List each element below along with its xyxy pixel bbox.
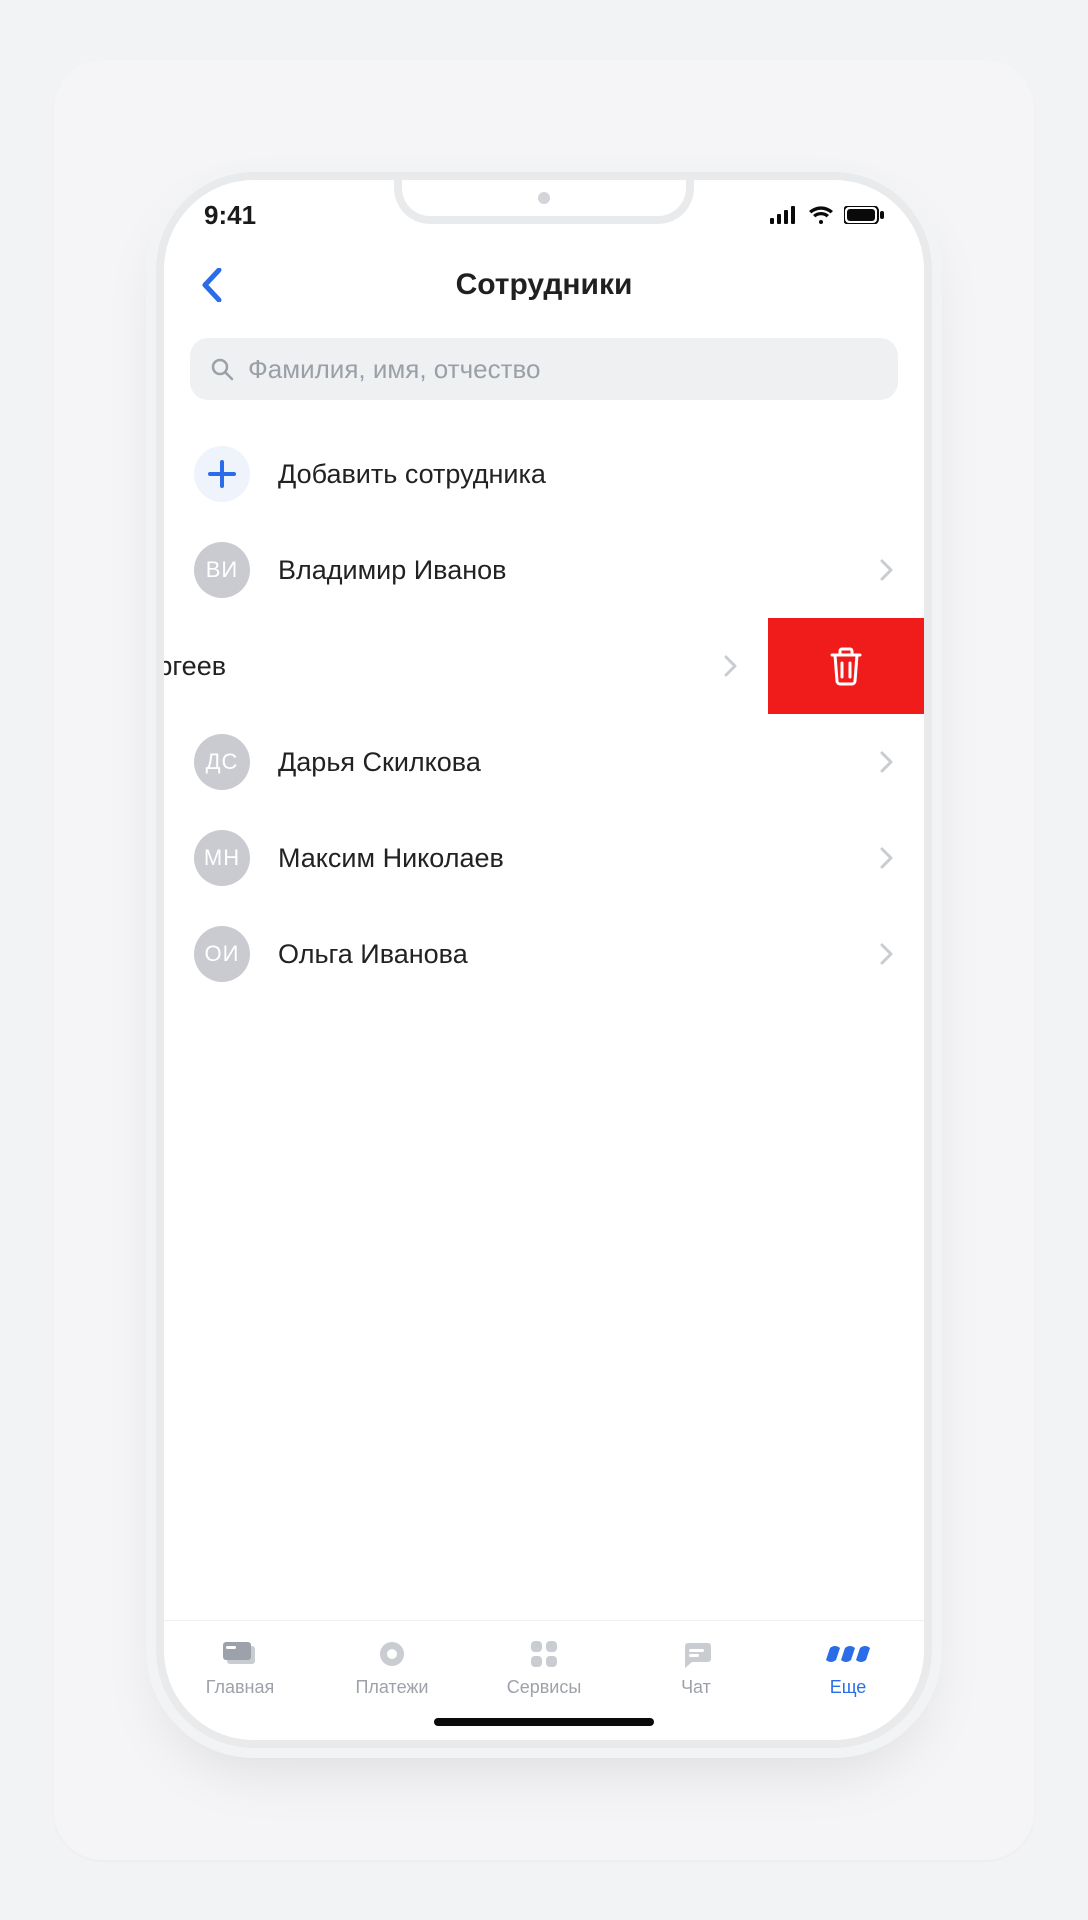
chat-icon <box>680 1637 712 1671</box>
employee-row[interactable]: ДС Дарья Скилкова <box>164 714 924 810</box>
list-item: СС ергей Сергеев <box>164 618 924 714</box>
avatar: МН <box>194 830 250 886</box>
tab-label: Еще <box>830 1677 867 1698</box>
search-icon <box>210 357 234 381</box>
plus-icon <box>194 446 250 502</box>
employee-row[interactable]: ОИ Ольга Иванова <box>164 906 924 1002</box>
employee-row[interactable]: МН Максим Николаев <box>164 810 924 906</box>
tab-label: Главная <box>206 1677 275 1698</box>
grid-icon <box>529 1637 559 1671</box>
page-title: Сотрудники <box>456 268 633 302</box>
tab-home[interactable]: Главная <box>164 1621 316 1714</box>
list-item: ДС Дарья Скилкова <box>164 714 924 810</box>
employee-name: Дарья Скилкова <box>278 747 852 778</box>
chevron-right-icon <box>880 751 894 773</box>
phone-notch <box>394 180 694 224</box>
tab-services[interactable]: Сервисы <box>468 1621 620 1714</box>
tab-label: Чат <box>681 1677 711 1698</box>
phone-frame: 9:41 Сотрудники <box>164 180 924 1740</box>
employee-row[interactable]: ВИ Владимир Иванов <box>164 522 924 618</box>
page-background: 9:41 Сотрудники <box>54 60 1034 1860</box>
chevron-right-icon <box>880 847 894 869</box>
tab-more[interactable]: Еще <box>772 1621 924 1714</box>
home-indicator[interactable] <box>434 1718 654 1726</box>
employee-name: Владимир Иванов <box>278 555 852 586</box>
battery-icon <box>844 206 884 224</box>
add-employee-button[interactable]: Добавить сотрудника <box>164 426 924 522</box>
list-item: МН Максим Николаев <box>164 810 924 906</box>
tab-label: Сервисы <box>507 1677 582 1698</box>
avatar: ВИ <box>194 542 250 598</box>
chevron-right-icon <box>880 559 894 581</box>
search-field[interactable] <box>190 338 898 400</box>
avatar: ОИ <box>194 926 250 982</box>
employee-name: Максим Николаев <box>278 843 852 874</box>
list-item: ВИ Владимир Иванов <box>164 522 924 618</box>
wifi-icon <box>808 205 834 225</box>
delete-button[interactable] <box>768 618 924 714</box>
employee-row[interactable]: СС ергей Сергеев <box>164 618 768 714</box>
status-icons <box>770 205 884 225</box>
status-time: 9:41 <box>204 200 256 231</box>
back-button[interactable] <box>192 265 232 305</box>
more-icon <box>826 1637 870 1671</box>
tab-payments[interactable]: Платежи <box>316 1621 468 1714</box>
card-icon <box>222 1637 258 1671</box>
tab-label: Платежи <box>355 1677 428 1698</box>
employee-list: Добавить сотрудника ВИ Владимир Иванов С… <box>164 418 924 1620</box>
circle-icon <box>377 1637 407 1671</box>
nav-header: Сотрудники <box>164 250 924 320</box>
search-container <box>164 320 924 418</box>
tab-chat[interactable]: Чат <box>620 1621 772 1714</box>
trash-icon <box>828 645 864 687</box>
avatar: ДС <box>194 734 250 790</box>
signal-icon <box>770 206 798 224</box>
screen: 9:41 Сотрудники <box>164 180 924 1740</box>
employee-name: Ольга Иванова <box>278 939 852 970</box>
chevron-left-icon <box>201 268 223 302</box>
list-item: ОИ Ольга Иванова <box>164 906 924 1002</box>
employee-name: ергей Сергеев <box>164 651 696 682</box>
search-input[interactable] <box>248 354 878 385</box>
chevron-right-icon <box>724 655 738 677</box>
add-employee-label: Добавить сотрудника <box>278 459 894 490</box>
chevron-right-icon <box>880 943 894 965</box>
